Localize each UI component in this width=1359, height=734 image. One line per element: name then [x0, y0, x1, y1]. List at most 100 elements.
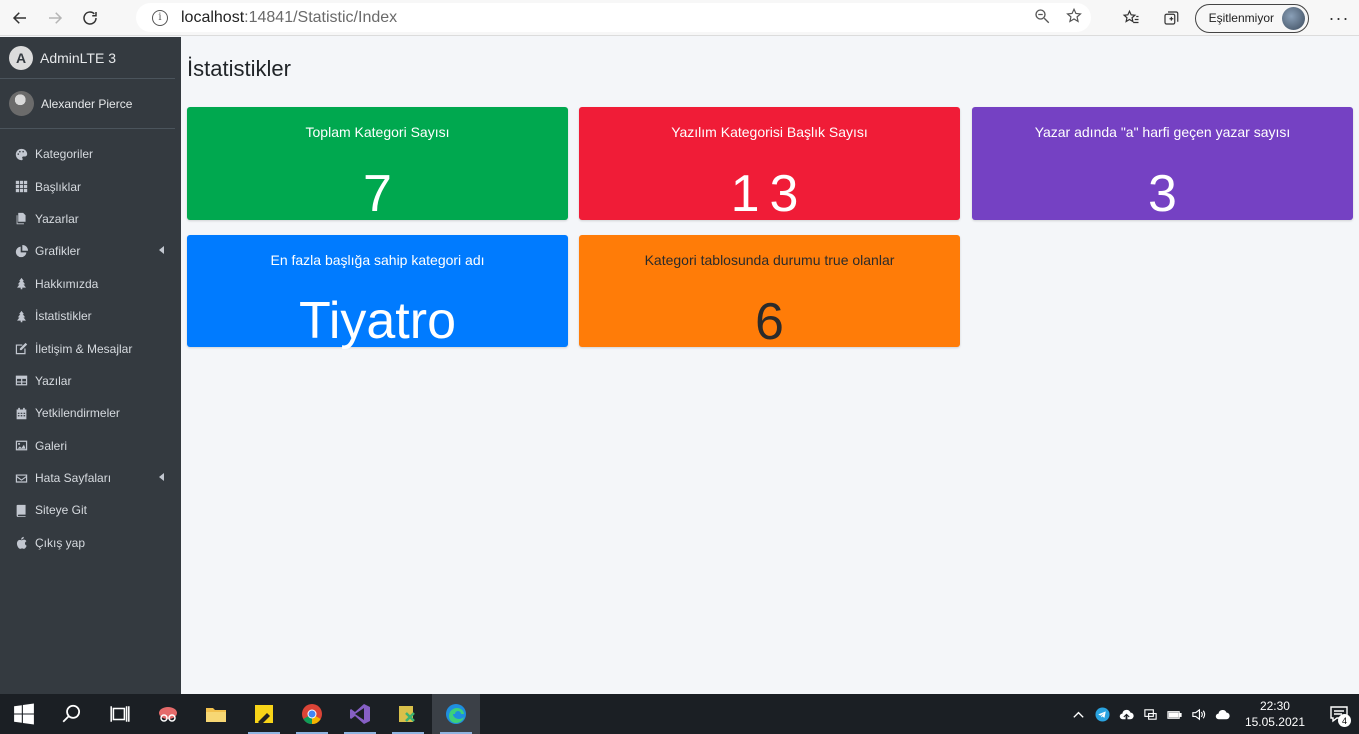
zoom-out-icon[interactable] — [1033, 7, 1051, 25]
profile-sync-button[interactable]: Eşitlenmiyor — [1194, 3, 1309, 33]
envelope-icon — [14, 471, 28, 485]
task-view-icon — [110, 706, 130, 722]
card-value: 3 — [1148, 165, 1177, 223]
chevron-left-icon — [159, 246, 164, 255]
stat-card-total-categories: Toplam Kategori Sayısı 7 — [187, 107, 568, 223]
taskbar-app-sticky-notes[interactable] — [240, 694, 288, 734]
sidebar-item-label: Kategoriler — [35, 147, 94, 162]
sidebar-item-yetkilendirmeler[interactable]: Yetkilendirmeler — [0, 397, 181, 429]
brand-link[interactable]: A AdminLTE 3 — [0, 37, 175, 79]
taskbar-app-visual-studio[interactable] — [336, 694, 384, 734]
taskbar-app-snipping[interactable] — [144, 694, 192, 734]
sidebar-item-hata-sayfalari[interactable]: Hata Sayfaları — [0, 462, 181, 494]
task-view-button[interactable] — [96, 694, 144, 734]
image-icon — [14, 439, 28, 453]
edit-icon — [14, 342, 28, 356]
forward-button[interactable] — [40, 3, 70, 33]
clock[interactable]: 22:30 15.05.2021 — [1245, 698, 1305, 730]
browser-toolbar: i localhost:14841/Statistic/Index Eşitle… — [0, 0, 1359, 36]
tree-icon — [14, 309, 28, 323]
sidebar-item-label: Başlıklar — [35, 179, 82, 194]
sidebar-item-grafikler[interactable]: Grafikler — [0, 235, 181, 267]
taskbar-app-chrome[interactable] — [288, 694, 336, 734]
sidebar-item-yazarlar[interactable]: Yazarlar — [0, 203, 181, 235]
battery-icon — [1167, 710, 1183, 719]
taskbar-app-sql[interactable] — [384, 694, 432, 734]
sidebar-item-iletisim[interactable]: İletişim & Mesajlar — [0, 332, 181, 364]
taskbar: 22:30 15.05.2021 4 — [0, 694, 1359, 734]
calendar-icon — [14, 406, 28, 420]
profile-avatar — [1282, 6, 1305, 30]
sidebar-item-label: Galeri — [35, 438, 68, 453]
more-menu-icon[interactable]: ··· — [1319, 8, 1359, 29]
notification-count: 4 — [1338, 714, 1351, 727]
stat-card-authors-with-a: Yazar adında "a" harfi geçen yazar sayıs… — [972, 107, 1353, 223]
card-title: Kategori tablosunda durumu true olanlar — [644, 252, 895, 268]
telegram-tray-icon[interactable] — [1091, 694, 1115, 734]
volume-tray-icon[interactable] — [1187, 694, 1211, 734]
stat-card-active-categories: Kategori tablosunda durumu true olanlar … — [579, 235, 960, 351]
sidebar-item-label: Grafikler — [35, 244, 81, 259]
tree-icon — [14, 277, 28, 291]
stat-card-software-headings: Yazılım Kategorisi Başlık Sayısı 13 — [579, 107, 960, 223]
user-panel[interactable]: Alexander Pierce — [0, 79, 175, 129]
sidebar-item-label: İstatistikler — [35, 309, 92, 324]
book-icon — [14, 503, 28, 517]
sidebar-item-istatistikler[interactable]: İstatistikler — [0, 300, 181, 332]
action-center-button[interactable]: 4 — [1319, 694, 1359, 734]
sidebar-item-label: Çıkış yap — [35, 535, 86, 550]
apple-icon — [14, 536, 28, 550]
sync-status-label: Eşitlenmiyor — [1208, 11, 1274, 25]
sidebar-item-cikis-yap[interactable]: Çıkış yap — [0, 527, 181, 559]
address-bar[interactable]: i localhost:14841/Statistic/Index — [136, 3, 1091, 32]
pie-chart-icon — [14, 244, 28, 258]
sidebar-item-kategoriler[interactable]: Kategoriler — [0, 138, 181, 170]
brand-logo-icon: A — [9, 45, 33, 70]
add-favorite-icon[interactable] — [1065, 7, 1083, 25]
arrow-left-icon — [12, 11, 26, 24]
cloud-upload-icon — [1120, 709, 1135, 719]
sidebar-item-siteye-git[interactable]: Siteye Git — [0, 494, 181, 526]
start-button[interactable] — [0, 694, 48, 734]
arrow-right-icon — [49, 11, 63, 24]
card-title: Yazar adında "a" harfi geçen yazar sayıs… — [1034, 124, 1291, 140]
speaker-icon — [1192, 708, 1206, 720]
sidebar-item-label: Yetkilendirmeler — [35, 406, 120, 421]
search-icon — [62, 704, 81, 723]
cloud-tray-icon[interactable] — [1115, 694, 1139, 734]
card-title: En fazla başlığa sahip kategori adı — [270, 252, 485, 268]
main-content: İstatistikler Toplam Kategori Sayısı 7 Y… — [181, 37, 1359, 694]
battery-tray-icon[interactable] — [1163, 694, 1187, 734]
taskbar-app-explorer[interactable] — [192, 694, 240, 734]
sidebar-item-label: İletişim & Mesajlar — [35, 341, 133, 356]
collections-icon — [1164, 11, 1178, 25]
visual-studio-icon — [350, 704, 370, 724]
sidebar-item-hakkimizda[interactable]: Hakkımızda — [0, 268, 181, 300]
card-value: 7 — [363, 165, 392, 223]
info-icon[interactable]: i — [152, 9, 168, 26]
taskbar-app-edge[interactable] — [432, 694, 480, 734]
palette-icon — [14, 147, 28, 161]
search-button[interactable] — [48, 694, 96, 734]
sidebar-item-galeri[interactable]: Galeri — [0, 430, 181, 462]
sidebar-item-label: Siteye Git — [35, 503, 88, 518]
sidebar-item-basliklar[interactable]: Başlıklar — [0, 170, 181, 202]
collections-button[interactable] — [1151, 3, 1191, 33]
clock-time: 22:30 — [1259, 699, 1290, 713]
chevron-up-icon — [1073, 711, 1085, 718]
sidebar: A AdminLTE 3 Alexander Pierce Kategorile… — [0, 37, 181, 694]
grid-icon — [14, 180, 28, 194]
refresh-button[interactable] — [75, 3, 105, 33]
back-button[interactable] — [5, 3, 35, 33]
sidebar-item-yazilar[interactable]: Yazılar — [0, 365, 181, 397]
onedrive-tray-icon[interactable] — [1211, 694, 1235, 734]
chrome-icon — [302, 704, 322, 725]
sidebar-item-label: Yazılar — [35, 373, 72, 388]
network-tray-icon[interactable] — [1139, 694, 1163, 734]
show-hidden-icons-button[interactable] — [1067, 694, 1091, 734]
card-title: Yazılım Kategorisi Başlık Sayısı — [671, 124, 868, 140]
brand-text: AdminLTE 3 — [40, 49, 116, 66]
sidebar-item-label: Yazarlar — [35, 211, 79, 226]
card-value: 13 — [730, 165, 809, 223]
favorites-button[interactable] — [1111, 3, 1151, 33]
